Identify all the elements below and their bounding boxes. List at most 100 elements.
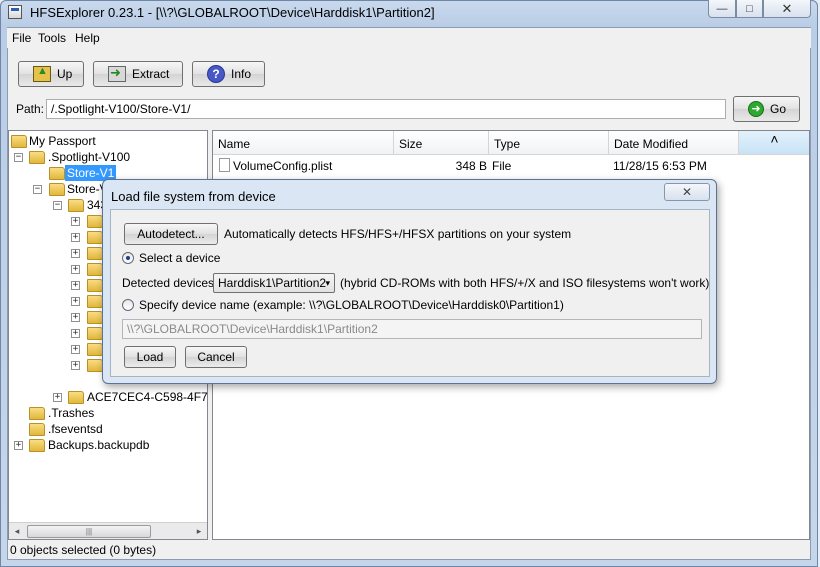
app-icon [8,5,22,19]
menu-help[interactable]: Help [75,31,100,45]
tree-node[interactable]: .fseventsd [9,421,207,437]
folder-icon [29,423,45,436]
dialog-close-button[interactable]: ✕ [664,183,710,201]
expand-toggle[interactable]: + [71,329,80,338]
tree-node[interactable]: + ACE7CEC4-C598-4F7F-A [9,389,208,405]
path-input[interactable]: /.Spotlight-V100/Store-V1/ [46,99,726,119]
file-type: File [492,159,512,173]
folder-icon [87,343,103,356]
scroll-thumb[interactable]: ||| [27,525,151,538]
expand-toggle[interactable]: + [71,265,80,274]
folder-icon [87,231,103,244]
extract-button[interactable]: Extract [93,61,183,87]
tree-node-label: .Trashes [48,406,95,420]
column-header-date[interactable]: Date Modified [609,131,739,155]
detected-devices-label: Detected devices: [122,276,218,290]
folder-icon [49,167,65,180]
go-button[interactable]: ➜ Go [733,96,800,122]
detected-devices-select[interactable]: Harddisk1\Partition2 ▾ [213,273,335,293]
expand-toggle[interactable]: + [53,393,62,402]
expand-toggle[interactable]: + [71,217,80,226]
expand-toggle[interactable]: + [71,281,80,290]
file-size: 348 B [455,159,487,173]
menu-tools[interactable]: Tools [38,31,66,45]
expand-toggle[interactable]: + [14,441,23,450]
folder-icon [11,135,27,148]
load-device-dialog: Load file system from device ✕ Autodetec… [102,179,717,384]
title-bar[interactable]: HFSExplorer 0.23.1 - [\\?\GLOBALROOT\Dev… [0,0,818,26]
scroll-right-icon[interactable]: ▸ [193,525,205,538]
menu-bar: File Tools Help [7,28,811,48]
go-arrow-icon: ➜ [748,101,764,117]
column-header-size[interactable]: Size [394,131,489,155]
collapse-toggle[interactable]: − [33,185,42,194]
expand-toggle[interactable]: + [71,313,80,322]
info-label: Info [231,67,252,81]
sort-indicator-column[interactable]: ˄ [739,131,809,155]
folder-icon [87,311,103,324]
tree-node-label: .Spotlight-V100 [48,150,131,164]
menu-file[interactable]: File [12,31,31,45]
close-button[interactable]: ✕ [763,0,811,18]
folder-up-icon [33,65,51,82]
file-modified: 11/28/15 6:53 PM [613,159,707,173]
folder-icon [87,247,103,260]
autodetect-description: Automatically detects HFS/HFS+/HFSX part… [224,227,572,241]
extract-label: Extract [132,67,170,81]
folder-icon [29,151,45,164]
detected-devices-note: (hybrid CD-ROMs with both HFS/+/X and IS… [340,276,710,290]
table-row[interactable]: VolumeConfig.plist 348 B File 11/28/15 6… [213,157,809,175]
collapse-toggle[interactable]: − [53,201,62,210]
select-device-label: Select a device [139,251,221,265]
folder-icon [87,327,103,340]
maximize-button[interactable]: □ [736,0,763,18]
folder-icon [68,391,84,404]
select-device-radio[interactable] [122,252,134,264]
detected-device-value: Harddisk1\Partition2 [218,276,327,290]
minimize-button[interactable]: — [708,0,736,18]
cancel-button[interactable]: Cancel [185,346,247,368]
specify-device-label: Specify device name (example: \\?\GLOBAL… [139,298,564,312]
collapse-toggle[interactable]: − [14,153,23,162]
specify-device-radio[interactable] [122,299,134,311]
device-name-input[interactable]: \\?\GLOBALROOT\Device\Harddisk1\Partitio… [122,319,702,339]
window-title: HFSExplorer 0.23.1 - [\\?\GLOBALROOT\Dev… [30,5,435,20]
tree-node[interactable]: + Backups.backupdb [9,437,207,453]
path-label: Path: [16,102,45,116]
dialog-title: Load file system from device [111,189,276,204]
expand-toggle[interactable]: + [71,249,80,258]
extract-icon [108,65,126,82]
expand-toggle[interactable]: + [71,297,80,306]
scroll-left-icon[interactable]: ◂ [11,525,23,538]
folder-icon [87,279,103,292]
column-header-type[interactable]: Type [489,131,609,155]
tree-node-label: .fseventsd [48,422,103,436]
load-button[interactable]: Load [124,346,176,368]
info-icon: ? [207,65,225,83]
status-bar: 0 objects selected (0 bytes) [10,543,157,557]
go-label: Go [770,102,787,116]
expand-toggle[interactable]: + [71,345,80,354]
up-button[interactable]: Up [18,61,84,87]
expand-toggle[interactable]: + [71,361,80,370]
tree-node-label: My Passport [29,134,96,148]
up-label: Up [57,67,73,81]
tree-node-label: Backups.backupdb [48,438,150,452]
column-header-name[interactable]: Name [213,131,394,155]
tree-node[interactable]: My Passport [9,133,207,149]
tree-node[interactable]: .Trashes [9,405,207,421]
folder-icon [68,199,84,212]
folder-icon [29,407,45,420]
expand-toggle[interactable]: + [71,233,80,242]
dialog-body: Autodetect... Automatically detects HFS/… [110,209,710,377]
tree-horizontal-scrollbar[interactable]: ◂ ||| ▸ [9,522,207,539]
autodetect-button[interactable]: Autodetect... [124,223,218,245]
info-button[interactable]: ? Info [192,61,265,87]
folder-icon [29,439,45,452]
tree-node[interactable]: − .Spotlight-V100 [9,149,207,165]
file-name: VolumeConfig.plist [233,159,333,173]
folder-icon [87,295,103,308]
tree-node-label: ACE7CEC4-C598-4F7F-A [87,390,208,404]
folder-icon [87,215,103,228]
file-icon [219,158,230,172]
